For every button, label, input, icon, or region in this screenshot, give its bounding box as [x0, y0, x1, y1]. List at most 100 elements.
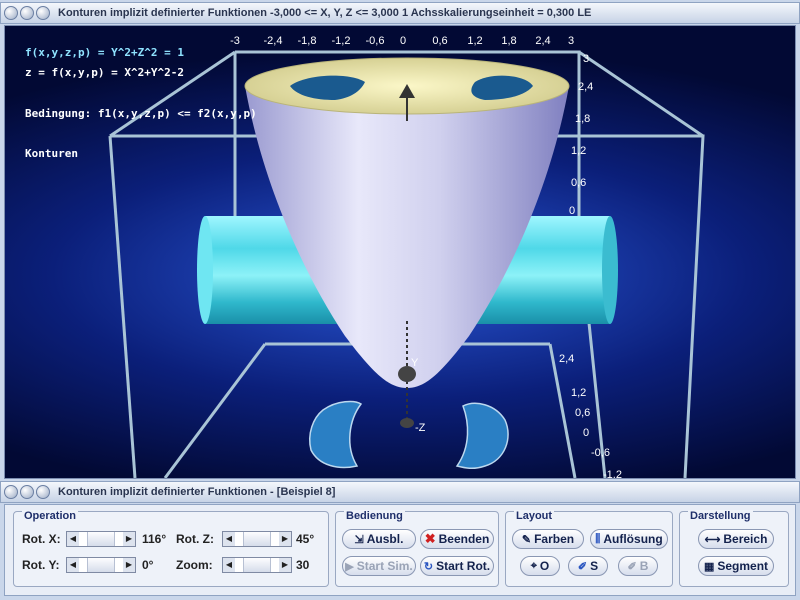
darstellung-group: Darstellung ⟷ Bereich ▦ Segment — [679, 510, 789, 587]
panel-minimize-button[interactable] — [20, 485, 34, 499]
start-rot-button[interactable]: ↻ Start Rot. — [420, 556, 494, 576]
panel-maximize-button[interactable] — [36, 485, 50, 499]
rot-x-slider[interactable]: ◀ ▶ — [66, 531, 136, 547]
range-button[interactable]: ⟷ Bereich — [698, 529, 774, 549]
resolution-button[interactable]: ⫼ Auflösung — [590, 529, 668, 549]
plot-viewport[interactable]: -3 -2,4 -1,8 -1,2 -0,6 0 0,6 1,2 1,8 2,4… — [4, 25, 796, 479]
bedienung-group: Bedienung ⇲ Ausbl. ✖ Beenden ▶ Start Sim… — [335, 510, 499, 587]
origin-button[interactable]: ⌖ O — [520, 556, 560, 576]
b-button[interactable]: ✐ B — [618, 556, 658, 576]
layout-group: Layout ✎ Farben ⫼ Auflösung ⌖ O ✐ S ✐ B — [505, 510, 673, 587]
start-sim-button[interactable]: ▶ Start Sim. — [342, 556, 416, 576]
panel-title: Konturen implizit definierter Funktionen… — [58, 486, 336, 498]
x-tick: 0 — [400, 35, 406, 47]
x-tick: -2,4 — [264, 35, 283, 47]
z-tick: 3 — [583, 53, 589, 65]
rot-x-label: Rot. X: — [22, 532, 61, 546]
function-f-text: f(x,y,z,p) = Y^2+Z^2 = 1 — [25, 46, 184, 59]
slider-thumb[interactable] — [243, 558, 271, 572]
exit-button[interactable]: ✖ Beenden — [420, 529, 494, 549]
darstellung-title: Darstellung — [688, 510, 753, 522]
bedienung-title: Bedienung — [344, 510, 405, 522]
window-minimize-button[interactable] — [20, 6, 34, 20]
slider-thumb[interactable] — [87, 558, 115, 572]
x-tick: 0,6 — [432, 35, 447, 47]
b-icon: ✐ — [627, 560, 637, 573]
right-arrow-icon[interactable]: ▶ — [123, 558, 135, 572]
zoom-value: 30 — [296, 558, 310, 572]
x-tick: 1,2 — [467, 35, 482, 47]
s-button-label: S — [590, 559, 599, 573]
rot-y-label: Rot. Y: — [22, 558, 60, 572]
operation-title: Operation — [22, 510, 78, 522]
table-icon: ▦ — [703, 560, 715, 573]
range-button-label: Bereich — [723, 532, 768, 546]
x-tick: 1,8 — [501, 35, 516, 47]
x-tick: 2,4 — [535, 35, 550, 47]
top-title-bar: Konturen implizit definierter Funktionen… — [0, 2, 800, 24]
colors-button[interactable]: ✎ Farben — [512, 529, 584, 549]
right-arrow-icon[interactable]: ▶ — [123, 532, 135, 546]
rot-z-slider[interactable]: ◀ ▶ — [222, 531, 292, 547]
bottom-title-bar: Konturen implizit definierter Funktionen… — [0, 481, 800, 503]
close-icon: ✖ — [424, 531, 436, 546]
rot-z-value: 45° — [296, 532, 315, 546]
panel-close-button[interactable] — [4, 485, 18, 499]
s-icon: ✐ — [577, 560, 588, 573]
rotate-icon: ↻ — [423, 560, 434, 573]
hide-icon: ⇲ — [354, 533, 364, 546]
x-axis-ticks: -3 -2,4 -1,8 -1,2 -0,6 0 0,6 1,2 1,8 2,4… — [230, 35, 574, 47]
x-tick: -3 — [230, 35, 240, 47]
play-icon: ▶ — [345, 560, 354, 573]
colors-button-label: Farben — [534, 532, 575, 546]
z-tick: 2,4 — [559, 353, 574, 365]
z-tick: 1,2 — [571, 387, 586, 399]
x-tick: -1,2 — [332, 35, 351, 47]
right-arrow-icon[interactable]: ▶ — [279, 558, 291, 572]
z-tick: -1,2 — [603, 469, 622, 479]
left-arrow-icon[interactable]: ◀ — [67, 558, 79, 572]
control-panel: Operation Rot. X: ◀ ▶ 116° Rot. Z: ◀ ▶ 4… — [4, 504, 796, 596]
hide-button-label: Ausbl. — [366, 532, 404, 546]
z-tick: -0,6 — [591, 447, 610, 459]
rot-x-value: 116° — [142, 532, 167, 546]
left-arrow-icon[interactable]: ◀ — [67, 532, 79, 546]
z-axis-ticks-lower: 2,4 1,2 0,6 0 -0,6 -1,2 — [559, 353, 622, 479]
operation-group: Operation Rot. X: ◀ ▶ 116° Rot. Z: ◀ ▶ 4… — [13, 510, 329, 587]
slider-thumb[interactable] — [243, 532, 271, 546]
range-icon: ⟷ — [704, 533, 721, 546]
z-tick: 0 — [583, 427, 589, 439]
rot-z-label: Rot. Z: — [176, 532, 214, 546]
left-arrow-icon[interactable]: ◀ — [223, 532, 235, 546]
rot-y-slider[interactable]: ◀ ▶ — [66, 557, 136, 573]
resolution-icon: ⫼ — [595, 532, 601, 545]
right-arrow-icon[interactable]: ▶ — [279, 532, 291, 546]
y-axis-label: Y — [411, 357, 419, 369]
x-tick: -0,6 — [366, 35, 385, 47]
crosshair-icon: ⌖ — [530, 559, 537, 572]
segment-button-label: Segment — [717, 559, 769, 573]
x-tick: 3 — [568, 35, 574, 47]
origin-button-label: O — [539, 559, 550, 573]
segment-button[interactable]: ▦ Segment — [698, 556, 774, 576]
slider-thumb[interactable] — [87, 532, 115, 546]
z-tick: 0,6 — [575, 407, 590, 419]
b-button-label: B — [639, 559, 649, 573]
z-tick: 1,2 — [571, 145, 586, 157]
contour-regions — [309, 400, 509, 470]
condition-text: Bedingung: f1(x,y,z,p) <= f2(x,y,p) — [25, 107, 257, 120]
z-tick: 0,6 — [571, 177, 586, 189]
window-close-button[interactable] — [4, 6, 18, 20]
window-maximize-button[interactable] — [36, 6, 50, 20]
exit-button-label: Beenden — [438, 532, 490, 546]
hide-button[interactable]: ⇲ Ausbl. — [342, 529, 416, 549]
x-tick: -1,8 — [298, 35, 317, 47]
s-button[interactable]: ✐ S — [568, 556, 608, 576]
neg-z-axis-label: -Z — [415, 422, 426, 434]
z-tick: 1,8 — [575, 113, 590, 125]
z-tick: 0 — [569, 205, 575, 217]
left-arrow-icon[interactable]: ◀ — [223, 558, 235, 572]
zoom-slider[interactable]: ◀ ▶ — [222, 557, 292, 573]
start-sim-label: Start Sim. — [356, 559, 413, 573]
paint-bucket-icon: ✎ — [521, 533, 532, 546]
